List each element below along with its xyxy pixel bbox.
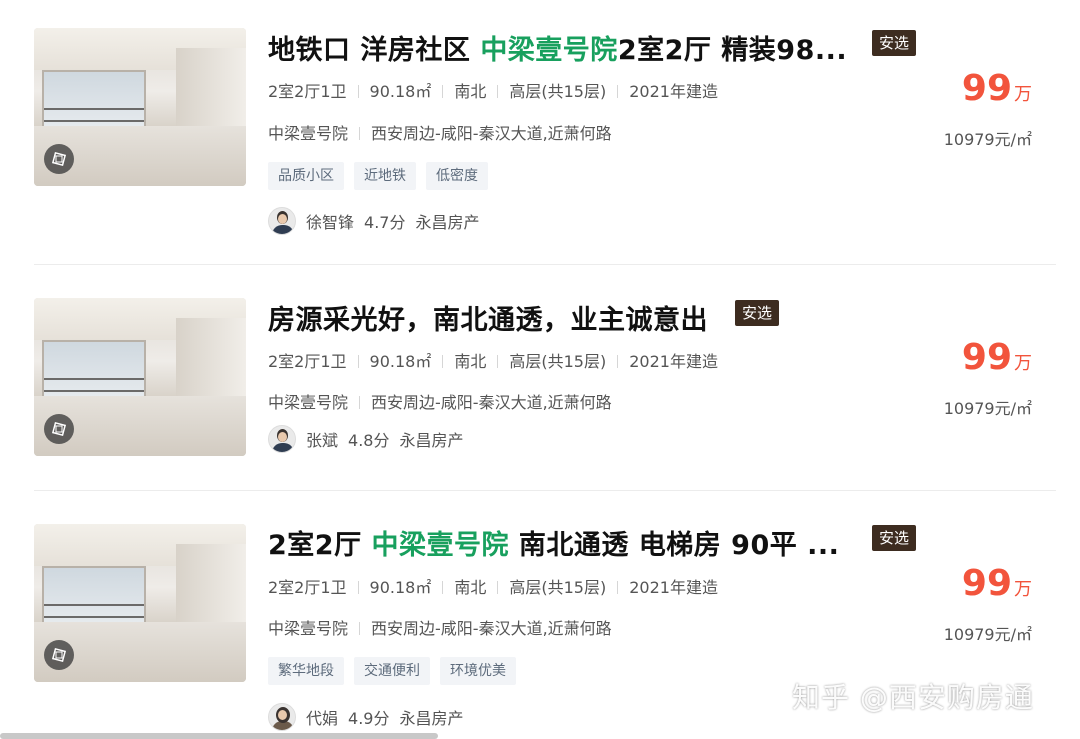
listing-info: 2室2厅1卫 90.18㎡ 南北 高层(共15层) 2021年建造 — [268, 78, 718, 102]
divider — [34, 264, 1056, 265]
agent-company: 永昌房产 — [399, 709, 464, 728]
tag: 环境优美 — [440, 657, 516, 685]
orientation: 南北 — [454, 352, 487, 371]
agent-avatar[interactable] — [268, 207, 296, 235]
vr-360-icon[interactable] — [44, 414, 74, 444]
community-link[interactable]: 中梁壹号院 — [268, 124, 348, 143]
tag: 品质小区 — [268, 162, 344, 190]
address: 西安周边-咸阳-秦汉大道,近萧何路 — [371, 393, 612, 412]
layout: 2室2厅1卫 — [268, 82, 347, 101]
photo-window — [42, 566, 146, 630]
title-part: 房源采光好，南北通透，业主诚意出 — [268, 305, 708, 336]
divider — [34, 490, 1056, 491]
layout: 2室2厅1卫 — [268, 578, 347, 597]
floor: 高层(共15层) — [509, 352, 607, 371]
address: 西安周边-咸阳-秦汉大道,近萧何路 — [371, 124, 612, 143]
title-community-highlight: 中梁壹号院 — [371, 530, 509, 561]
agent-score: 4.7分 — [364, 213, 406, 232]
listing-title[interactable]: 房源采光好，南北通透，业主诚意出 — [268, 298, 708, 337]
agent-name[interactable]: 代娟 — [306, 705, 338, 729]
area: 90.18㎡ — [369, 578, 432, 597]
photo-window — [42, 340, 146, 404]
community-link[interactable]: 中梁壹号院 — [268, 619, 348, 638]
tag-list: 繁华地段 交通便利 环境优美 — [268, 657, 516, 685]
anxuan-badge: 安选 — [872, 30, 916, 56]
anxuan-badge: 安选 — [872, 525, 916, 551]
unit-price: 10979元/㎡ — [943, 625, 1032, 644]
area: 90.18㎡ — [369, 82, 432, 101]
listing-location: 中梁壹号院 西安周边-咸阳-秦汉大道,近萧何路 — [268, 389, 612, 413]
price-number: 99 — [961, 563, 1012, 604]
tag: 繁华地段 — [268, 657, 344, 685]
layout: 2室2厅1卫 — [268, 352, 347, 371]
listing-photo[interactable] — [34, 28, 246, 186]
price-unit: 万 — [1014, 353, 1032, 374]
photo-window — [42, 70, 146, 134]
total-price: 99 万 — [962, 68, 1032, 109]
listing-location: 中梁壹号院 西安周边-咸阳-秦汉大道,近萧何路 — [268, 120, 612, 144]
tag: 近地铁 — [354, 162, 416, 190]
build-year: 2021年建造 — [629, 82, 718, 101]
vr-360-icon[interactable] — [44, 640, 74, 670]
price-number: 99 — [961, 337, 1012, 378]
build-year: 2021年建造 — [629, 578, 718, 597]
listing-title[interactable]: 地铁口 洋房社区 中梁壹号院2室2厅 精装98... — [268, 28, 847, 67]
tag: 交通便利 — [354, 657, 430, 685]
listing-info: 2室2厅1卫 90.18㎡ 南北 高层(共15层) 2021年建造 — [268, 574, 718, 598]
watermark: 知乎 @西安购房通 — [792, 681, 1034, 714]
horizontal-scrollbar[interactable] — [0, 733, 438, 739]
tag-list: 品质小区 近地铁 低密度 — [268, 162, 488, 190]
total-price: 99 万 — [962, 337, 1032, 378]
price-unit: 万 — [1014, 84, 1032, 105]
listing-photo[interactable] — [34, 298, 246, 456]
orientation: 南北 — [454, 82, 487, 101]
anxuan-badge: 安选 — [735, 300, 779, 326]
agent-company: 永昌房产 — [399, 431, 464, 450]
agent-name[interactable]: 徐智锋 — [306, 209, 354, 233]
area: 90.18㎡ — [369, 352, 432, 371]
unit-price: 10979元/㎡ — [943, 130, 1032, 149]
floor: 高层(共15层) — [509, 82, 607, 101]
agent-company: 永昌房产 — [415, 213, 480, 232]
agent-avatar[interactable] — [268, 425, 296, 453]
price-unit: 万 — [1014, 579, 1032, 600]
price-number: 99 — [961, 68, 1012, 109]
agent-info[interactable]: 张斌 4.8分 永昌房产 — [268, 425, 463, 453]
agent-info[interactable]: 代娟 4.9分 永昌房产 — [268, 703, 463, 731]
address: 西安周边-咸阳-秦汉大道,近萧何路 — [371, 619, 612, 638]
unit-price: 10979元/㎡ — [943, 399, 1032, 418]
title-part: 地铁口 洋房社区 — [268, 35, 481, 66]
community-link[interactable]: 中梁壹号院 — [268, 393, 348, 412]
listing-title[interactable]: 2室2厅 中梁壹号院 南北通透 电梯房 90平 ... — [268, 523, 839, 562]
listing-location: 中梁壹号院 西安周边-咸阳-秦汉大道,近萧何路 — [268, 615, 612, 639]
orientation: 南北 — [454, 578, 487, 597]
title-community-highlight: 中梁壹号院 — [480, 35, 618, 66]
build-year: 2021年建造 — [629, 352, 718, 371]
title-part: 南北通透 电梯房 90平 ... — [508, 530, 840, 561]
tag: 低密度 — [426, 162, 488, 190]
agent-avatar[interactable] — [268, 703, 296, 731]
total-price: 99 万 — [962, 563, 1032, 604]
listing-photo[interactable] — [34, 524, 246, 682]
agent-name[interactable]: 张斌 — [306, 427, 338, 451]
agent-score: 4.9分 — [348, 709, 390, 728]
title-part: 2室2厅 — [268, 530, 372, 561]
floor: 高层(共15层) — [509, 578, 607, 597]
title-part: 2室2厅 精装98... — [617, 35, 848, 66]
agent-score: 4.8分 — [348, 431, 390, 450]
agent-info[interactable]: 徐智锋 4.7分 永昌房产 — [268, 207, 479, 235]
vr-360-icon[interactable] — [44, 144, 74, 174]
listing-info: 2室2厅1卫 90.18㎡ 南北 高层(共15层) 2021年建造 — [268, 348, 718, 372]
